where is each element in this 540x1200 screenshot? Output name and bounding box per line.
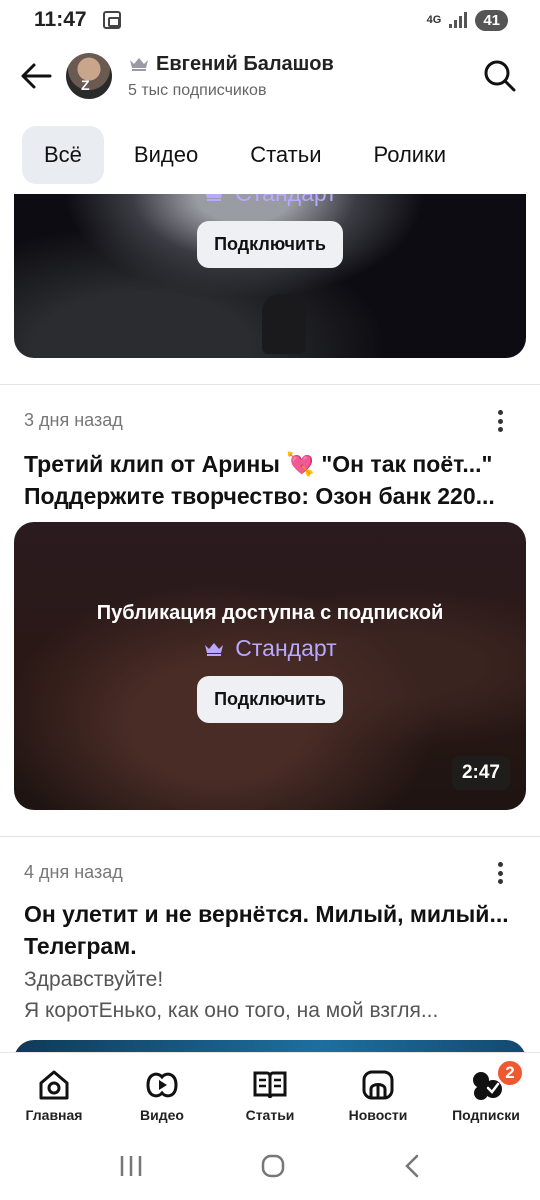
- notification-badge: 2: [496, 1059, 524, 1087]
- news-icon: [362, 1070, 394, 1100]
- dot: [497, 410, 503, 415]
- nav-label: Видео: [140, 1107, 184, 1123]
- tier-row: Стандарт: [203, 635, 337, 662]
- recent-apps-icon: [120, 1155, 142, 1176]
- back-arrow-icon: [21, 63, 52, 89]
- screenshot-icon: [102, 11, 121, 29]
- status-time: 11:47: [34, 8, 87, 31]
- nav-home[interactable]: Главная: [0, 1053, 108, 1136]
- content-tabs: Всё Видео Статьи Ролики: [22, 126, 476, 184]
- more-options-button[interactable]: [490, 408, 510, 434]
- system-navigation: [0, 1136, 540, 1200]
- search-button[interactable]: [478, 54, 522, 98]
- nav-articles[interactable]: Статьи: [216, 1053, 324, 1136]
- post-date: 4 дня назад: [24, 862, 123, 882]
- post-excerpt[interactable]: Здравствуйте! Я коротЕнько, как оно того…: [24, 964, 524, 1026]
- status-bar: 11:47 4G 41: [0, 0, 540, 40]
- divider: [0, 384, 540, 385]
- post-excerpt-line: Здравствуйте!: [24, 968, 164, 991]
- tier-name: Стандарт: [235, 635, 337, 661]
- crown-icon: [206, 194, 223, 201]
- chevron-left-icon: [405, 1154, 419, 1177]
- nav-label: Статьи: [245, 1107, 295, 1123]
- nav-label: Новости: [348, 1107, 408, 1123]
- dot: [497, 418, 503, 424]
- channel-info[interactable]: Евгений Балашов 5 тыс подписчиков: [128, 53, 334, 100]
- battery-indicator: 41: [475, 9, 508, 31]
- nav-video[interactable]: Видео: [108, 1053, 216, 1136]
- tab-shorts[interactable]: Ролики: [352, 126, 469, 184]
- tier-row: Стандарт: [203, 194, 337, 207]
- system-back-button[interactable]: [402, 1153, 422, 1184]
- divider: [0, 836, 540, 837]
- home-icon: [39, 1070, 69, 1100]
- channel-header: Z Евгений Балашов 5 тыс подписчиков: [0, 40, 540, 112]
- post-date: 3 дня назад: [24, 410, 123, 430]
- post-title-line: Поддержите творчество: Озон банк 220...: [24, 483, 495, 509]
- post-excerpt-line: Я коротЕнько, как оно того, на мой взгля…: [24, 999, 439, 1022]
- locked-overlay: Публикация доступна с подпиской Стандарт…: [14, 522, 526, 810]
- bottom-navigation: Главная Видео Статьи Новости 2 Подписки: [0, 1052, 540, 1136]
- subscriber-count: 5 тыс подписчиков: [128, 81, 267, 99]
- back-button[interactable]: [18, 58, 54, 94]
- tab-all[interactable]: Всё: [22, 126, 104, 184]
- channel-name: Евгений Балашов: [156, 52, 334, 75]
- post-title-line: Третий клип от Арины 💘 "Он так поёт...": [24, 451, 493, 477]
- feed[interactable]: Стандарт Подключить 3 дня назад Третий к…: [0, 194, 540, 1052]
- tab-video[interactable]: Видео: [112, 126, 220, 184]
- post-title[interactable]: Третий клип от Арины 💘 "Он так поёт..." …: [24, 448, 524, 512]
- subscribe-button[interactable]: Подключить: [197, 221, 343, 268]
- post-media-locked[interactable]: Публикация доступна с подпиской Стандарт…: [14, 522, 526, 810]
- dot: [497, 427, 503, 432]
- nav-label: Главная: [25, 1107, 83, 1123]
- post-media[interactable]: [14, 1040, 526, 1052]
- dot: [497, 862, 503, 867]
- nav-subscriptions[interactable]: 2 Подписки: [432, 1053, 540, 1136]
- articles-icon: [253, 1071, 287, 1099]
- dot: [497, 870, 503, 876]
- locked-overlay: Стандарт Подключить: [14, 194, 526, 358]
- post-title[interactable]: Он улетит и не вернётся. Милый, милый...…: [24, 898, 524, 962]
- tier-name: Стандарт: [235, 194, 336, 207]
- home-system-button[interactable]: [260, 1153, 286, 1184]
- status-indicators: 4G 41: [426, 9, 508, 31]
- tab-articles[interactable]: Статьи: [228, 126, 343, 184]
- post-title-line: Он улетит и не вернётся. Милый, милый...: [24, 901, 509, 927]
- recent-apps-button[interactable]: [118, 1154, 144, 1183]
- video-duration: 2:47: [451, 756, 510, 790]
- video-icon: [146, 1072, 178, 1098]
- post-media-locked[interactable]: Стандарт Подключить: [14, 194, 526, 358]
- search-icon: [484, 60, 516, 92]
- crown-icon: [205, 642, 224, 656]
- post-title-line: Телеграм.: [24, 933, 137, 959]
- avatar-logo: Z: [81, 77, 90, 93]
- nav-news[interactable]: Новости: [324, 1053, 432, 1136]
- home-circle-icon: [261, 1154, 285, 1177]
- nav-label: Подписки: [452, 1107, 520, 1123]
- dot: [497, 879, 503, 884]
- signal-icon: [449, 12, 468, 28]
- locked-message: Публикация доступна с подпиской: [96, 602, 444, 624]
- crown-icon: [130, 58, 148, 71]
- more-options-button[interactable]: [490, 860, 510, 886]
- network-type: 4G: [426, 14, 442, 26]
- channel-avatar[interactable]: Z: [66, 53, 112, 99]
- subscribe-button[interactable]: Подключить: [197, 676, 343, 723]
